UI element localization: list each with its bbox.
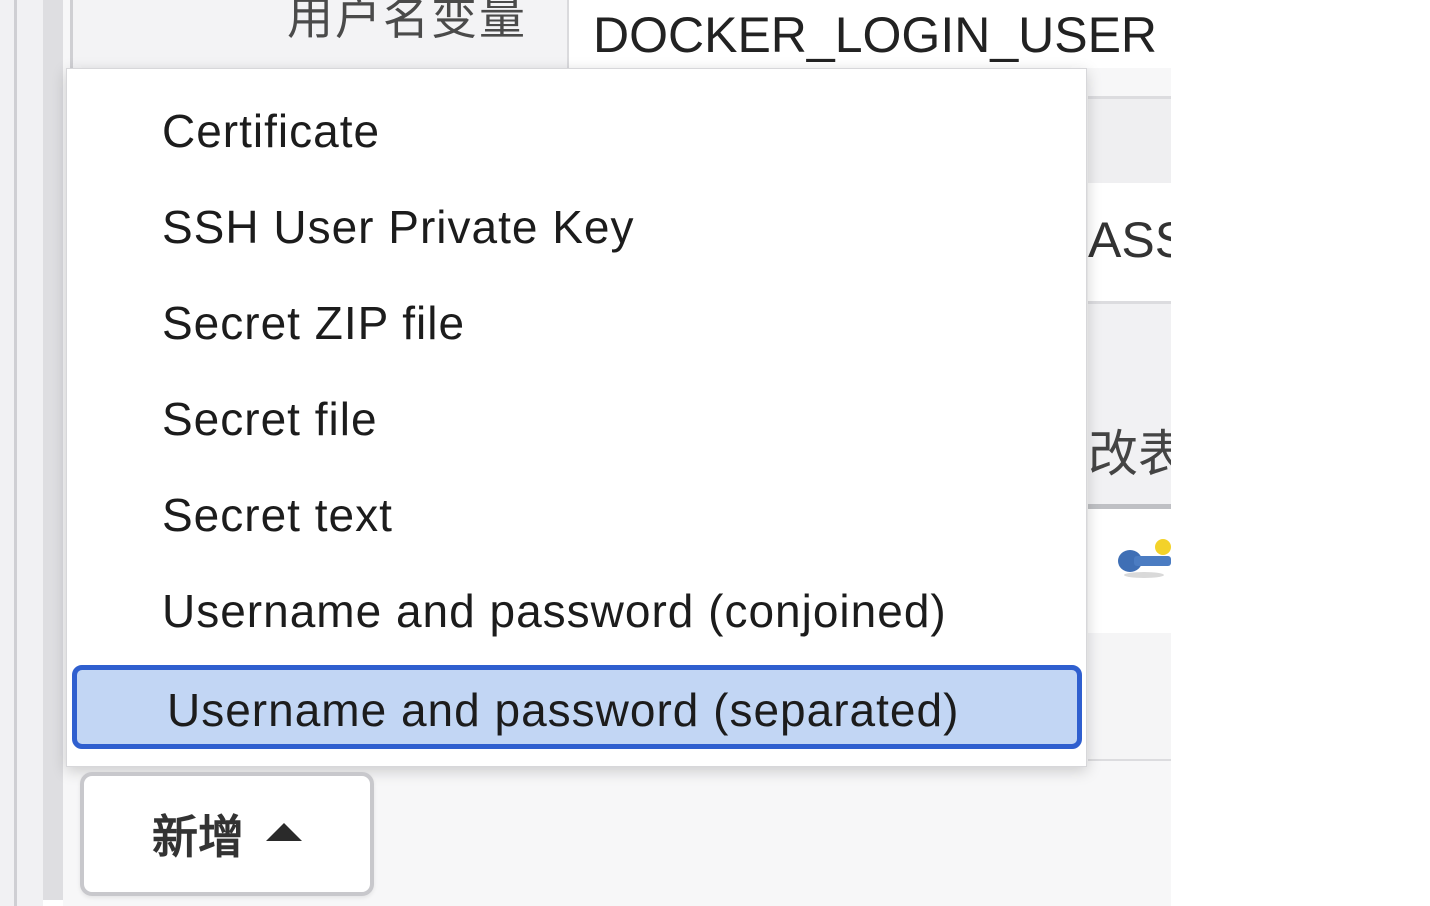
menu-item-secret-file[interactable]: Secret file: [67, 371, 1088, 467]
menu-item-username-password-conjoined[interactable]: Username and password (conjoined): [67, 563, 1088, 659]
menu-item-ssh-user-private-key[interactable]: SSH User Private Key: [67, 179, 1088, 275]
description-text: 改表: [1088, 426, 1171, 482]
binding-type-dropdown-menu: Certificate SSH User Private Key Secret …: [66, 68, 1087, 767]
menu-item-certificate[interactable]: Certificate: [67, 83, 1088, 179]
menu-item-secret-text[interactable]: Secret text: [67, 467, 1088, 563]
form-row-description: 改表: [1088, 304, 1171, 504]
username-variable-input[interactable]: DOCKER_LOGIN_USER: [569, 0, 1171, 68]
section-indent-bar: [43, 0, 63, 900]
caret-up-icon: [266, 823, 302, 841]
add-button-label: 新增: [152, 811, 244, 863]
page-gutter: [0, 0, 14, 906]
username-variable-label: 用户名变量: [287, 0, 527, 44]
credentials-select[interactable]: [1088, 504, 1171, 638]
menu-item-username-password-separated[interactable]: Username and password (separated): [72, 665, 1082, 749]
key-icon: [1118, 539, 1171, 578]
form-row-empty: [1088, 633, 1171, 761]
username-variable-label-cell: 用户名变量: [73, 0, 569, 68]
username-variable-value: DOCKER_LOGIN_USER: [593, 7, 1158, 63]
password-variable-input[interactable]: ASS: [1088, 183, 1171, 304]
gutter-band: [17, 0, 43, 906]
password-variable-value: ASS: [1088, 212, 1171, 268]
menu-item-secret-zip-file[interactable]: Secret ZIP file: [67, 275, 1088, 371]
add-binding-button[interactable]: 新增: [80, 772, 374, 896]
form-row-separator: [1088, 96, 1171, 186]
